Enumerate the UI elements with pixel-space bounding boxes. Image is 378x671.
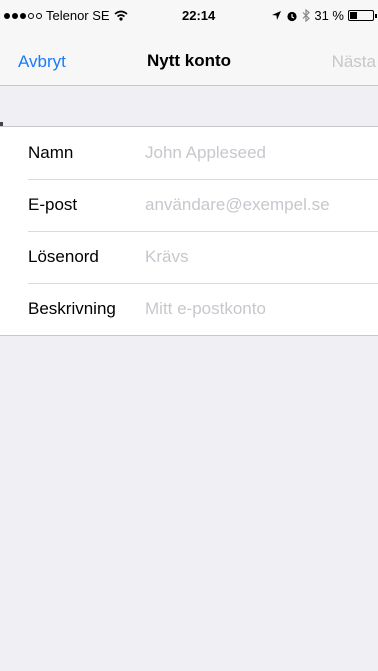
wifi-icon	[114, 10, 128, 21]
status-left: Telenor SE	[4, 8, 128, 23]
next-button[interactable]: Nästa	[332, 52, 376, 72]
carrier-name: Telenor SE	[46, 8, 110, 23]
alarm-icon	[287, 11, 297, 21]
page-title: Nytt konto	[146, 51, 232, 70]
navigation-bar: Avbryt Nytt konto Nästa	[0, 40, 378, 86]
battery-icon	[348, 10, 377, 21]
password-field[interactable]	[145, 244, 374, 270]
form-row-email: E-post	[0, 179, 378, 231]
name-label: Namn	[28, 143, 74, 162]
description-label: Beskrivning	[28, 299, 116, 318]
battery-percent: 31 %	[314, 8, 344, 23]
status-bar: Telenor SE 22:14 31 %	[0, 0, 378, 40]
form-row-password: Lösenord	[0, 231, 378, 283]
bluetooth-icon	[302, 9, 311, 22]
account-form: Namn E-post Lösenord Beskrivning	[0, 126, 378, 336]
name-field[interactable]	[145, 140, 374, 166]
form-row-description: Beskrivning	[0, 283, 378, 335]
email-field[interactable]	[145, 192, 374, 218]
status-time: 22:14	[182, 8, 216, 23]
signal-strength-icon	[4, 12, 42, 19]
form-row-name: Namn	[0, 127, 378, 179]
description-field[interactable]	[145, 296, 374, 322]
new-account-screen: Telenor SE 22:14 31 % Avbryt Nytt konto …	[0, 0, 378, 671]
password-label: Lösenord	[28, 247, 99, 266]
email-label: E-post	[28, 195, 78, 214]
location-icon	[272, 11, 282, 20]
status-right: 31 %	[271, 8, 377, 23]
